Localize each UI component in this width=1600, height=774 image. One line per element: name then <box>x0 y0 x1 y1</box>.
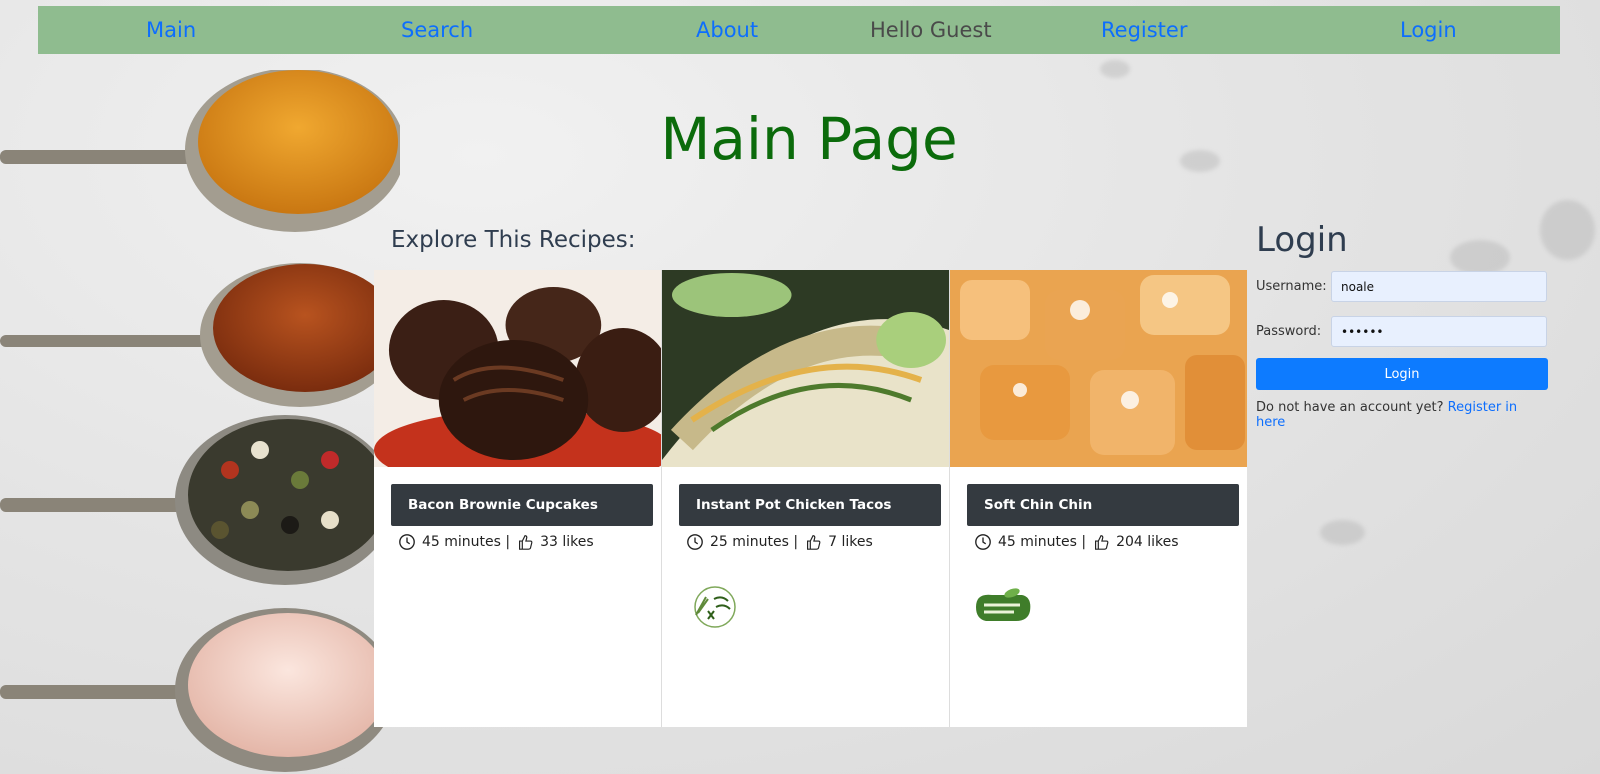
recipe-image[interactable] <box>662 270 949 467</box>
background-texture <box>1320 520 1365 545</box>
username-label: Username: <box>1256 279 1327 294</box>
recipe-time: 25 minutes | <box>710 534 799 550</box>
recipe-image[interactable] <box>374 270 661 467</box>
nav-search-link[interactable]: Search <box>401 18 473 42</box>
page-title: Main Page <box>660 105 958 173</box>
thumbs-up-icon[interactable] <box>1092 533 1110 551</box>
password-row: Password: <box>1256 309 1548 354</box>
recipe-card[interactable]: Instant Pot Chicken Tacos 25 minutes | 7… <box>662 270 950 727</box>
clock-icon <box>399 534 415 550</box>
recipe-image[interactable] <box>950 270 1247 467</box>
recipe-likes: 33 likes <box>540 534 594 550</box>
login-panel: Login Username: Password: Login Do not h… <box>1256 220 1548 430</box>
thumbs-up-icon[interactable] <box>804 533 822 551</box>
recipe-time: 45 minutes | <box>422 534 511 550</box>
thumbs-up-icon[interactable] <box>516 533 534 551</box>
recipe-likes: 7 likes <box>828 534 873 550</box>
nav-login-link[interactable]: Login <box>1400 18 1457 42</box>
recipe-cards: Bacon Brownie Cupcakes 45 minutes | 33 l… <box>374 270 1247 727</box>
recipe-meta: 45 minutes | 204 likes <box>974 533 1179 551</box>
nav-about-link[interactable]: About <box>696 18 758 42</box>
login-button[interactable]: Login <box>1256 358 1548 390</box>
recipe-time: 45 minutes | <box>998 534 1087 550</box>
recipe-likes: 204 likes <box>1116 534 1179 550</box>
spices-spoons-image <box>0 70 400 772</box>
username-input[interactable] <box>1331 271 1547 302</box>
recipe-title[interactable]: Bacon Brownie Cupcakes <box>391 484 653 526</box>
recipe-title[interactable]: Soft Chin Chin <box>967 484 1239 526</box>
top-navbar: Main Search About Hello Guest Register L… <box>38 6 1560 54</box>
vegetarian-badge-icon <box>976 588 1031 621</box>
recipe-card[interactable]: Bacon Brownie Cupcakes 45 minutes | 33 l… <box>374 270 662 727</box>
login-title: Login <box>1256 220 1348 260</box>
password-label: Password: <box>1256 324 1322 339</box>
recipe-meta: 25 minutes | 7 likes <box>686 533 873 551</box>
greeting-text: Hello Guest <box>870 18 992 42</box>
nav-register-link[interactable]: Register <box>1101 18 1187 42</box>
password-input[interactable] <box>1331 316 1547 347</box>
recipe-card[interactable]: Soft Chin Chin 45 minutes | 204 likes <box>950 270 1247 727</box>
nav-main-link[interactable]: Main <box>146 18 196 42</box>
clock-icon <box>975 534 991 550</box>
register-prompt-text: Do not have an account yet? <box>1256 400 1444 415</box>
background-texture <box>1100 60 1130 78</box>
section-title: Explore This Recipes: <box>391 227 636 253</box>
username-row: Username: <box>1256 264 1548 309</box>
clock-icon <box>687 534 703 550</box>
recipe-title[interactable]: Instant Pot Chicken Tacos <box>679 484 941 526</box>
register-prompt: Do not have an account yet? Register in … <box>1256 400 1548 430</box>
background-texture <box>1540 200 1595 260</box>
gluten-free-badge-icon <box>694 586 736 628</box>
recipe-meta: 45 minutes | 33 likes <box>398 533 594 551</box>
